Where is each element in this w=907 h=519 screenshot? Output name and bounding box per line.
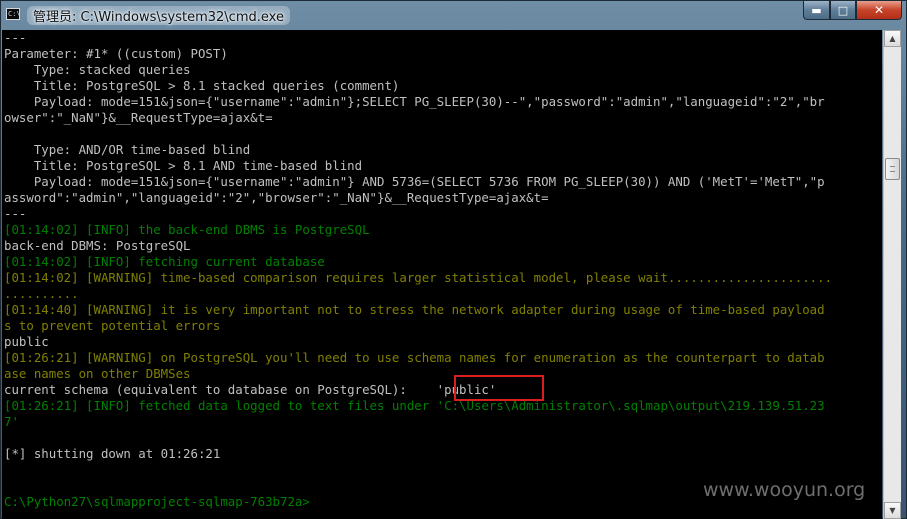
highlight-annotation-box (454, 375, 544, 401)
scroll-up-arrow-icon[interactable]: ▲ (884, 30, 901, 47)
console-line: --- (4, 206, 27, 221)
scrollbar-thumb[interactable] (885, 158, 900, 180)
window-title: 管理员: C:\Windows\system32\cmd.exe (27, 6, 290, 25)
close-button[interactable]: ✕ (856, 1, 902, 20)
scroll-down-arrow-icon[interactable]: ▼ (884, 502, 901, 519)
console-line: .......... (4, 286, 79, 301)
cmd-app-icon[interactable]: C:\ (6, 8, 21, 20)
console-line: [01:14:02] [INFO] fetching current datab… (4, 254, 325, 269)
console-line: Title: PostgreSQL > 8.1 stacked queries … (4, 78, 400, 93)
console-output[interactable]: --- Parameter: #1* ((custom) POST) Type: … (2, 30, 882, 519)
console-line: --- (4, 30, 27, 45)
console-lines: --- Parameter: #1* ((custom) POST) Type: … (4, 30, 882, 510)
minimize-button[interactable]: ▬ (803, 1, 830, 20)
title-bar[interactable]: C:\ 管理员: C:\Windows\system32\cmd.exe ▬ □… (1, 1, 906, 28)
console-line: 7' (4, 414, 19, 429)
maximize-button[interactable]: □ (830, 1, 856, 20)
console-line: owser":"_NaN"}&__RequestType=ajax&t= (4, 110, 273, 125)
console-line: public (4, 334, 49, 349)
console-line: [01:14:40] [WARNING] it is very importan… (4, 302, 825, 317)
console-line: Type: AND/OR time-based blind (4, 142, 251, 157)
console-line: [01:26:21] [WARNING] on PostgreSQL you'l… (4, 350, 825, 365)
console-line: ase names on other DBMSes (4, 366, 191, 381)
console-line: Payload: mode=151&json={"username":"admi… (4, 94, 825, 109)
console-line: back-end DBMS: PostgreSQL (4, 238, 191, 253)
console-line: [01:26:21] [INFO] fetched data logged to… (4, 398, 825, 413)
console-line: Payload: mode=151&json={"username":"admi… (4, 174, 825, 189)
vertical-scrollbar[interactable]: ▲ ▼ (883, 30, 901, 519)
console-line: Type: stacked queries (4, 62, 191, 77)
window-controls: ▬ □ ✕ (803, 1, 902, 21)
console-line: Title: PostgreSQL > 8.1 AND time-based b… (4, 158, 363, 173)
console-line: Parameter: #1* ((custom) POST) (4, 46, 228, 61)
console-line: [01:14:02] [WARNING] time-based comparis… (4, 270, 833, 285)
console-line: s to prevent potential errors (4, 318, 221, 333)
watermark: www.wooyun.org (703, 479, 866, 501)
console-line: current schema (equivalent to database o… (4, 382, 497, 397)
console-line: assword":"admin","languageid":"2","brows… (4, 190, 549, 205)
console-line: [01:14:02] [INFO] the back-end DBMS is P… (4, 222, 370, 237)
scrollbar-grip-icon (890, 166, 895, 172)
console-line: [*] shutting down at 01:26:21 (4, 446, 221, 461)
cmd-window: C:\ 管理员: C:\Windows\system32\cmd.exe ▬ □… (0, 0, 907, 519)
